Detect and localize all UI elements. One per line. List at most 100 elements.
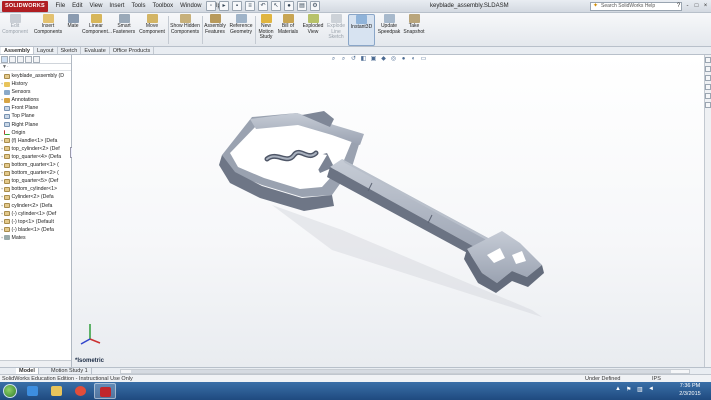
- tab-sketch[interactable]: Sketch: [58, 47, 82, 54]
- dimxpert-tab-icon[interactable]: [25, 56, 32, 63]
- tree-item[interactable]: + top_quarter<4> (Defa: [0, 153, 71, 161]
- menu-edit[interactable]: Edit: [69, 0, 86, 13]
- tab-evaluate[interactable]: Evaluate: [81, 47, 110, 54]
- tree-root[interactable]: keyblade_assembly (D: [0, 72, 71, 80]
- tree-item[interactable]: + Cylinder<2> (Defa: [0, 193, 71, 201]
- undo-icon[interactable]: ↶: [258, 1, 268, 11]
- tree-item[interactable]: + Mates: [0, 234, 71, 242]
- minimize-button[interactable]: -: [684, 1, 691, 11]
- tree-item[interactable]: Right Plane: [0, 121, 71, 129]
- smart-fasteners-button[interactable]: Smart Fasteners: [111, 14, 137, 46]
- command-manager: Edit Component Insert Components Mate Li…: [0, 13, 711, 47]
- mate-button[interactable]: Mate: [64, 14, 82, 46]
- tab-layout[interactable]: Layout: [34, 47, 58, 54]
- smart-fasteners-icon: [118, 14, 130, 23]
- tree-item[interactable]: + bottom_quarter<1> (: [0, 161, 71, 169]
- tree-item[interactable]: Sensors: [0, 88, 71, 96]
- system-tray: ▲ ⚑ ▥ ◄: [615, 386, 654, 393]
- network-icon[interactable]: ▥: [637, 386, 643, 393]
- tree-item[interactable]: + Annotations: [0, 96, 71, 104]
- tree-item[interactable]: Origin: [0, 129, 71, 137]
- panel-scrollbar[interactable]: [0, 360, 71, 367]
- save-icon[interactable]: ▪: [232, 1, 242, 11]
- clock[interactable]: 7:36 PM 2/3/2015: [672, 383, 708, 398]
- menu-toolbox[interactable]: Toolbox: [149, 0, 177, 13]
- custom-properties-icon[interactable]: [705, 102, 711, 108]
- explode-line-sketch-button[interactable]: Explode Line Sketch: [325, 14, 347, 46]
- options-icon[interactable]: ⚙: [310, 1, 320, 11]
- tree-item[interactable]: + bottom_cylinder<1>: [0, 185, 71, 193]
- open-folder-icon[interactable]: ▸: [219, 1, 229, 11]
- tree-item[interactable]: + (f) Handle<1> (Defa: [0, 137, 71, 145]
- tree-item[interactable]: Top Plane: [0, 112, 71, 120]
- tree-item[interactable]: + top_cylinder<2> (Def: [0, 145, 71, 153]
- part-icon: [4, 203, 10, 209]
- axis-triad-icon: [80, 324, 101, 345]
- display-manager-tab-icon[interactable]: [33, 56, 40, 63]
- feature-tree-tab-icon[interactable]: [1, 56, 8, 63]
- take-snapshot-button[interactable]: Take Snapshot: [402, 14, 426, 46]
- edit-component-icon: [9, 14, 21, 23]
- tree-item[interactable]: + cylinder<2> (Defa: [0, 202, 71, 210]
- update-speedpak-button[interactable]: Update Speedpak: [377, 14, 401, 46]
- configuration-manager-tab-icon[interactable]: [17, 56, 24, 63]
- view-palette-icon[interactable]: [705, 84, 711, 90]
- bill-of-materials-button[interactable]: Bill of Materials: [276, 14, 300, 46]
- move-component-button[interactable]: Move Component: [138, 14, 166, 46]
- show-hidden-components-button[interactable]: Show Hidden Components: [170, 14, 200, 46]
- instant3d-icon: [356, 15, 367, 24]
- taskbar-solidworks[interactable]: [94, 383, 116, 399]
- menu-insert[interactable]: Insert: [106, 0, 128, 13]
- tree-item[interactable]: + (-) blade<1> (Defa: [0, 226, 71, 234]
- tree-item[interactable]: + (-) top<1> (Default: [0, 218, 71, 226]
- appearances-icon[interactable]: [705, 93, 711, 99]
- select-icon[interactable]: ↖: [271, 1, 281, 11]
- close-button[interactable]: ×: [702, 1, 709, 11]
- instant3d-button[interactable]: Instant3D: [348, 14, 375, 46]
- search-placeholder: Search SolidWorks Help: [601, 3, 656, 9]
- show-hidden-icons-icon[interactable]: ▲: [615, 386, 621, 393]
- taskbar-chrome[interactable]: [70, 383, 92, 399]
- taskbar-explorer[interactable]: [46, 383, 68, 399]
- title-bar: SOLIDWORKS File Edit View Insert Tools T…: [0, 0, 711, 13]
- design-library-icon[interactable]: [705, 66, 711, 72]
- file-explorer-icon[interactable]: [705, 75, 711, 81]
- tree-filter[interactable]: ▼·: [0, 64, 71, 71]
- menu-view[interactable]: View: [86, 0, 106, 13]
- new-motion-study-button[interactable]: New Motion Study: [256, 14, 276, 46]
- print-icon[interactable]: ≡: [245, 1, 255, 11]
- maximize-button[interactable]: □: [693, 1, 700, 11]
- rebuild-icon[interactable]: ●: [284, 1, 294, 11]
- linear-component-pattern-button[interactable]: Linear Component...: [82, 14, 112, 46]
- help-button[interactable]: ?: [675, 1, 682, 11]
- tree-item[interactable]: + bottom_quarter<2> (: [0, 169, 71, 177]
- exploded-view-button[interactable]: Exploded View: [302, 14, 324, 46]
- tree-item[interactable]: + top_quarter<5> (Def: [0, 177, 71, 185]
- keyblade-model[interactable]: [72, 55, 711, 367]
- edit-component-button[interactable]: Edit Component: [2, 14, 28, 46]
- tab-assembly[interactable]: Assembly: [1, 47, 34, 54]
- menu-tools[interactable]: Tools: [128, 0, 149, 13]
- reference-geometry-button[interactable]: Reference Geometry: [228, 14, 254, 46]
- search-help-input[interactable]: ✦ Search SolidWorks Help: [590, 2, 682, 11]
- insert-components-button[interactable]: Insert Components: [32, 14, 64, 46]
- scrollbar-thumb[interactable]: [131, 370, 671, 373]
- start-button[interactable]: [3, 384, 17, 398]
- menu-file[interactable]: File: [52, 0, 69, 13]
- solidworks-icon: [100, 387, 111, 397]
- menu-window[interactable]: Window: [177, 0, 205, 13]
- tab-office-products[interactable]: Office Products: [110, 47, 155, 54]
- file-properties-icon[interactable]: ▤: [297, 1, 307, 11]
- tree-item[interactable]: + History: [0, 80, 71, 88]
- solidworks-resources-icon[interactable]: [705, 57, 711, 63]
- solidworks-logo[interactable]: SOLIDWORKS: [2, 1, 48, 12]
- volume-icon[interactable]: ◄: [648, 386, 654, 393]
- taskbar-ie[interactable]: [22, 383, 44, 399]
- assembly-features-button[interactable]: Assembly Features: [203, 14, 227, 46]
- tree-item[interactable]: + (-) cylinder<1> (Def: [0, 210, 71, 218]
- new-document-icon[interactable]: ▫: [206, 1, 216, 11]
- tree-item[interactable]: Front Plane: [0, 104, 71, 112]
- graphics-area[interactable]: ⌕ ⌕ ↺ ◧ ▣ ◆ ◎ ● ◐ ▭ *Isometric: [72, 55, 711, 367]
- property-manager-tab-icon[interactable]: [9, 56, 16, 63]
- flag-icon[interactable]: ⚑: [626, 386, 632, 393]
